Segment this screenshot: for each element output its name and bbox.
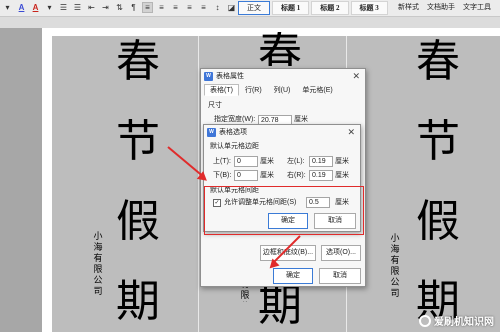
justify-icon[interactable]: ≡ [184, 2, 195, 13]
cancel-button[interactable]: 取消 [319, 268, 361, 284]
tab-row[interactable]: 行(R) [239, 84, 268, 96]
close-icon[interactable]: ✕ [347, 127, 355, 138]
doc-char: 春 [416, 36, 460, 87]
bottom-margin-label: 下(B): [213, 172, 232, 179]
doc-char: 期 [116, 276, 160, 327]
sort-icon[interactable]: ⇅ [114, 2, 125, 13]
doc-char: 春 [258, 32, 302, 66]
style-normal[interactable]: 正文 [238, 1, 270, 15]
show-marks-icon[interactable]: ¶ [128, 2, 139, 13]
numbered-list-icon[interactable]: ☰ [72, 2, 83, 13]
watermark-text: 爱刷机知识网 [434, 317, 494, 328]
document-helper-button[interactable]: 文档助手 [427, 2, 455, 14]
shading-icon[interactable]: ◪ [226, 2, 237, 13]
dialog-title: 表格属性 [216, 73, 244, 80]
wps-app-icon: W [204, 71, 213, 81]
right-margin-label: 右(R): [287, 172, 306, 179]
align-right-icon[interactable]: ≡ [170, 2, 181, 13]
close-icon[interactable]: ✕ [352, 71, 360, 82]
indent-increase-icon[interactable]: ⇥ [100, 2, 111, 13]
wps-app-icon: W [207, 127, 216, 137]
left-margin-unit: 厘米 [335, 158, 349, 165]
tab-column[interactable]: 列(U) [268, 84, 297, 96]
indent-decrease-icon[interactable]: ⇤ [86, 2, 97, 13]
size-section-label: 尺寸 [208, 102, 222, 109]
top-margin-input[interactable]: 0 [234, 156, 258, 167]
ruler [0, 17, 500, 28]
watermark-logo-icon [419, 314, 431, 327]
new-style-button[interactable]: 新样式 [398, 2, 419, 14]
top-margin-label: 上(T): [213, 158, 231, 165]
bottom-margin-unit: 厘米 [260, 172, 274, 179]
doc-char: 节 [416, 116, 460, 167]
dropdown-icon[interactable]: ▾ [44, 2, 55, 13]
distributed-icon[interactable]: ≡ [198, 2, 209, 13]
dialog-titlebar: W 表格选项 [204, 125, 360, 139]
align-left-icon[interactable]: ≡ [142, 2, 153, 13]
left-margin-input[interactable]: 0.19 [309, 156, 333, 167]
top-margin-unit: 厘米 [260, 158, 274, 165]
spacing-highlight-box [204, 186, 364, 235]
ok-button[interactable]: 确定 [273, 268, 313, 284]
style-gallery: 正文 标题 1 标题 2 标题 3 [238, 1, 388, 15]
top-margin-value: 0 [237, 158, 241, 165]
underline-color-icon[interactable]: A [16, 2, 27, 13]
style-heading-2[interactable]: 标题 2 [311, 1, 349, 15]
align-center-icon[interactable]: ≡ [156, 2, 167, 13]
margins-header: 默认单元格边距 [210, 143, 259, 150]
options-button[interactable]: 选项(O)... [321, 245, 361, 261]
width-value: 20.78 [261, 117, 279, 124]
doc-char: 假 [416, 196, 460, 247]
tab-cell[interactable]: 单元格(E) [296, 84, 338, 96]
style-heading-3[interactable]: 标题 3 [350, 1, 388, 15]
bottom-margin-value: 0 [237, 172, 241, 179]
ribbon-right-group: 新样式 文档助手 文字工具 [398, 2, 491, 14]
table-column-divider [198, 36, 199, 332]
text-tools-button[interactable]: 文字工具 [463, 2, 491, 14]
company-vertical-text: 小海有限公司 [390, 234, 400, 299]
left-margin-value: 0.19 [312, 158, 326, 165]
font-color-icon[interactable]: A [30, 2, 41, 13]
list-icon[interactable]: ☰ [58, 2, 69, 13]
company-vertical-text: 小海有限公司 [93, 232, 103, 297]
doc-char: 节 [116, 116, 160, 167]
right-margin-unit: 厘米 [335, 172, 349, 179]
style-heading-1[interactable]: 标题 1 [272, 1, 310, 15]
font-effects-icon[interactable]: ▾ [2, 2, 13, 13]
doc-char: 期 [258, 280, 302, 331]
tab-table[interactable]: 表格(T) [204, 84, 239, 96]
formatting-icons: ▾ A A ▾ ☰ ☰ ⇤ ⇥ ⇅ ¶ ≡ ≡ ≡ ≡ ≡ ↕ ◪ ⊞ [2, 2, 251, 13]
ribbon-toolbar: ▾ A A ▾ ☰ ☰ ⇤ ⇥ ⇅ ¶ ≡ ≡ ≡ ≡ ≡ ↕ ◪ ⊞ 正文 标… [0, 0, 500, 17]
doc-char: 春 [116, 36, 160, 87]
right-margin-value: 0.19 [312, 172, 326, 179]
doc-char: 假 [116, 196, 160, 247]
properties-tabs: 表格(T) 行(R) 列(U) 单元格(E) [204, 84, 339, 96]
dialog-titlebar: W 表格属性 [201, 69, 365, 83]
bottom-margin-input[interactable]: 0 [234, 170, 258, 181]
line-spacing-icon[interactable]: ↕ [212, 2, 223, 13]
right-margin-input[interactable]: 0.19 [309, 170, 333, 181]
dialog-title: 表格选项 [219, 129, 247, 136]
left-margin-label: 左(L): [287, 158, 305, 165]
watermark: 爱刷机知识网 [419, 313, 494, 328]
